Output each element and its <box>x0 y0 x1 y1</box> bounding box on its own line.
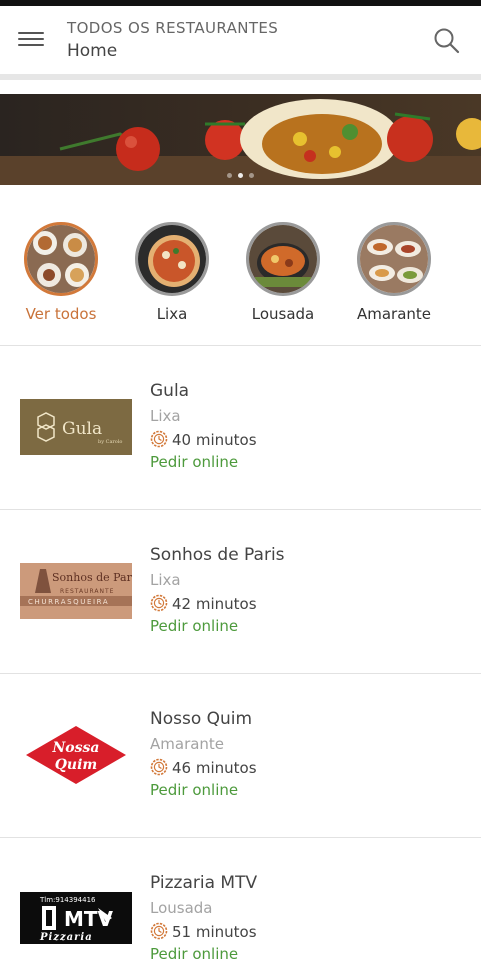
clock-icon <box>150 594 168 612</box>
order-online-link[interactable]: Pedir online <box>150 781 238 799</box>
promo-banner[interactable] <box>0 94 481 185</box>
delivery-time-text: 42 minutos <box>172 595 257 613</box>
restaurant-card-sonhos-de-paris[interactable]: Sonhos de Paris RESTAURANTE CHURRASQUEIR… <box>0 510 481 672</box>
restaurant-card-gula[interactable]: Gula by Carolo Gula Lixa 40 minutos Pedi… <box>0 346 481 508</box>
logo-subtext: by Carolo <box>98 439 122 445</box>
banner-dot[interactable] <box>238 173 243 178</box>
order-online-link[interactable]: Pedir online <box>150 617 238 635</box>
city-thumbnail <box>246 222 320 296</box>
menu-icon[interactable] <box>18 30 44 48</box>
delivery-time-text: 51 minutos <box>172 923 257 941</box>
header-divider <box>0 74 481 80</box>
city-thumbnail <box>357 222 431 296</box>
restaurant-logo: Gula by Carolo <box>20 399 132 455</box>
banner-dot[interactable] <box>227 173 232 178</box>
city-thumbnail <box>135 222 209 296</box>
restaurant-card-pizzaria-mtv[interactable]: Tlm:914394416 MTV Pizzaria Pizzaria MTV … <box>0 838 481 960</box>
order-online-link[interactable]: Pedir online <box>150 945 238 960</box>
logo-text: Sonhos de Paris <box>52 571 132 584</box>
search-icon[interactable] <box>432 26 462 56</box>
logo-text: Nossa <box>52 740 100 756</box>
app-bar: TODOS OS RESTAURANTES Home <box>0 6 481 74</box>
clock-icon <box>150 430 168 448</box>
restaurant-location: Lixa <box>150 571 181 589</box>
restaurant-location: Amarante <box>150 735 225 753</box>
page-title: TODOS OS RESTAURANTES <box>67 19 279 37</box>
order-online-link[interactable]: Pedir online <box>150 453 238 471</box>
city-filter-lousada[interactable]: Lousada <box>228 222 338 323</box>
restaurant-logo: Nossa Quim <box>20 724 132 786</box>
city-filter-ver-todos[interactable]: Ver todos <box>6 222 116 323</box>
city-filter-amarante[interactable]: Amarante <box>339 222 449 323</box>
restaurant-name: Pizzaria MTV <box>150 873 258 893</box>
restaurant-logo: Tlm:914394416 MTV Pizzaria <box>20 892 132 944</box>
page-subtitle: Home <box>67 41 118 61</box>
banner-dot[interactable] <box>249 173 254 178</box>
restaurant-name: Gula <box>150 381 190 401</box>
restaurant-location: Lousada <box>150 899 213 917</box>
city-label: Ver todos <box>25 305 97 323</box>
delivery-time: 40 minutos <box>150 430 257 449</box>
logo-text: Quim <box>55 757 98 773</box>
logo-subtext: CHURRASQUEIRA <box>28 598 109 606</box>
restaurant-card-nosso-quim[interactable]: Nossa Quim Nosso Quim Amarante 46 minuto… <box>0 674 481 836</box>
delivery-time: 42 minutos <box>150 594 257 613</box>
city-label: Lousada <box>251 305 315 323</box>
logo-subtext: RESTAURANTE <box>60 588 114 595</box>
logo-subtext: Pizzaria <box>39 932 93 943</box>
logo-subtext: Tlm:914394416 <box>39 896 96 904</box>
clock-icon <box>150 922 168 940</box>
delivery-time-text: 40 minutos <box>172 431 257 449</box>
banner-pagination <box>0 163 481 182</box>
city-thumbnail <box>24 222 98 296</box>
city-label: Amarante <box>356 305 432 323</box>
clock-icon <box>150 758 168 776</box>
restaurant-location: Lixa <box>150 407 181 425</box>
city-label: Lixa <box>156 305 188 323</box>
delivery-time-text: 46 minutos <box>172 759 257 777</box>
delivery-time: 51 minutos <box>150 922 257 941</box>
restaurant-name: Sonhos de Paris <box>150 545 285 565</box>
city-filter: Ver todos Lixa Lousada Amarante <box>0 222 481 332</box>
delivery-time: 46 minutos <box>150 758 257 777</box>
restaurant-name: Nosso Quim <box>150 709 253 729</box>
city-filter-lixa[interactable]: Lixa <box>117 222 227 323</box>
logo-text: Gula <box>62 419 102 439</box>
restaurant-logo: Sonhos de Paris RESTAURANTE CHURRASQUEIR… <box>20 563 132 619</box>
